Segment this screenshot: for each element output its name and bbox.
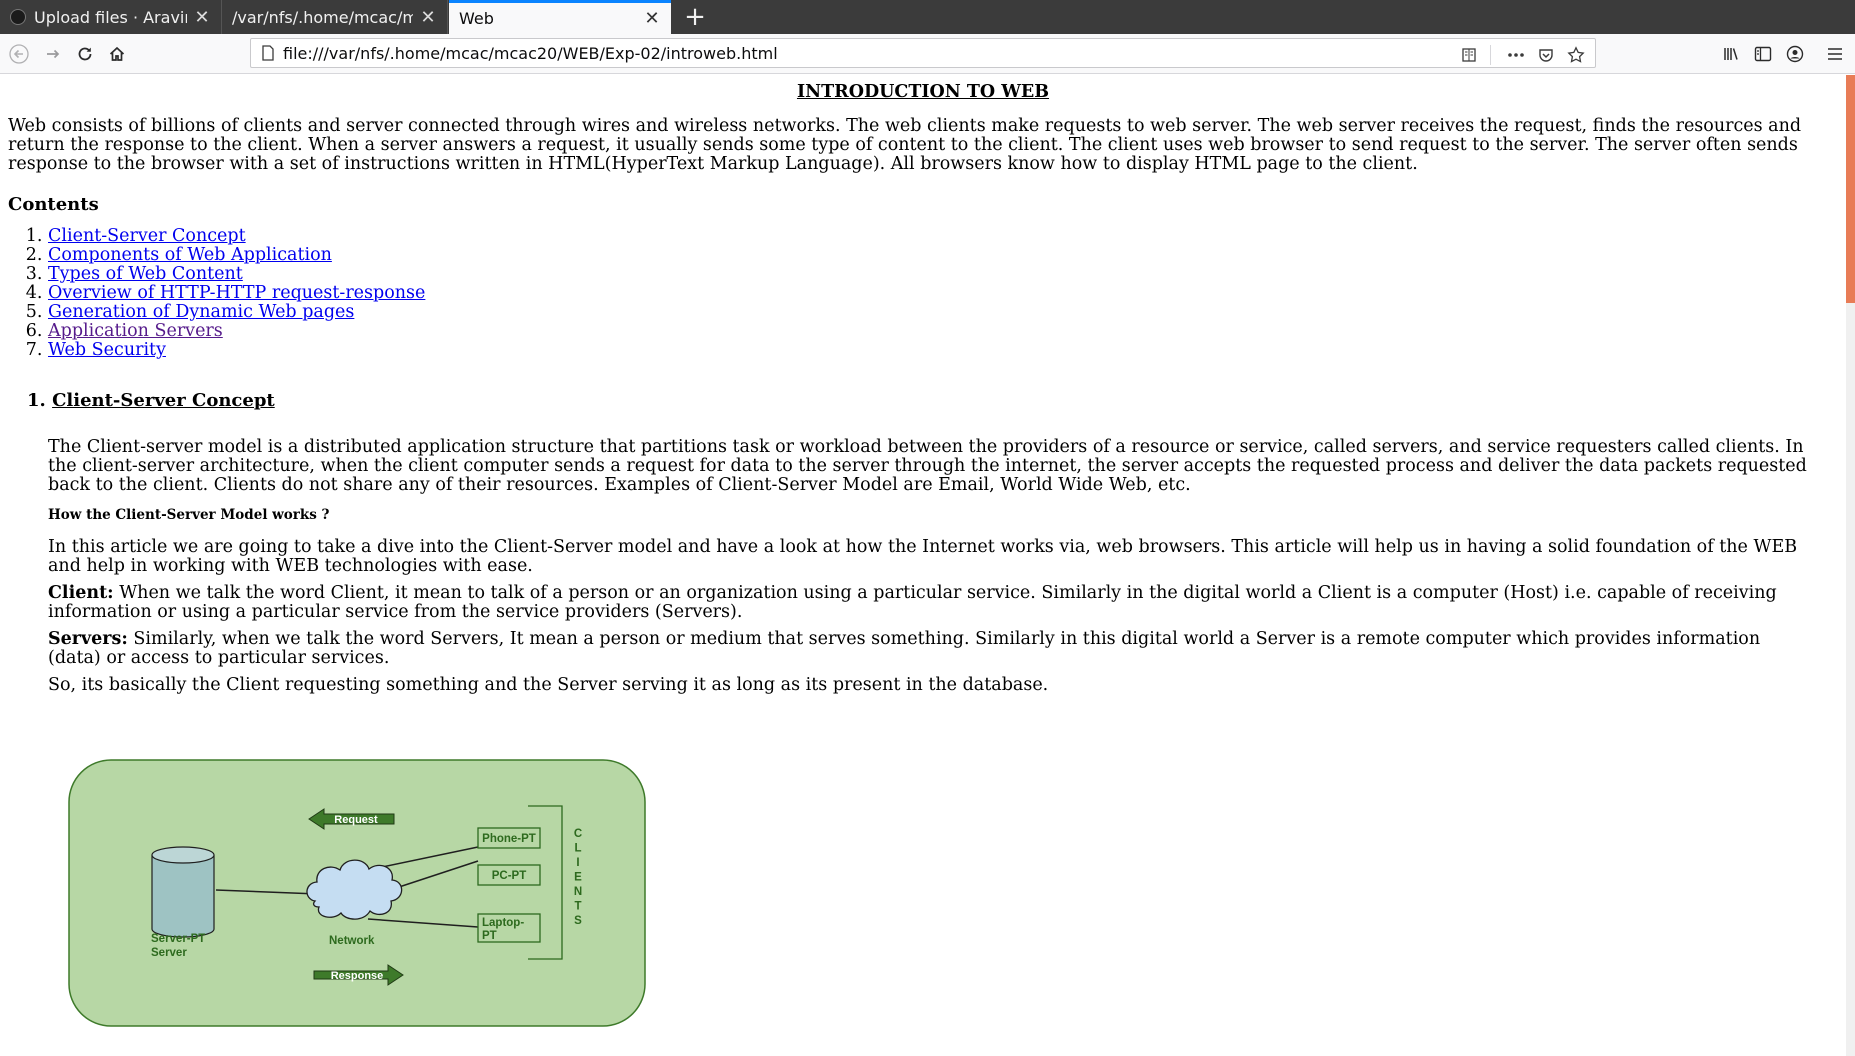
page-actions-button[interactable]	[1503, 42, 1529, 68]
account-button[interactable]	[1782, 41, 1808, 67]
section-paragraph-1: The Client-server model is a distributed…	[48, 437, 1807, 495]
back-button[interactable]	[6, 41, 32, 67]
navigation-toolbar: file:///var/nfs/.home/mcac/mcac20/WEB/Ex…	[0, 34, 1855, 74]
clients-letter: S	[574, 915, 582, 927]
clients-letter: T	[574, 901, 581, 913]
servers-label: Servers:	[48, 629, 128, 649]
client-paragraph: Client: When we talk the word Client, it…	[48, 584, 1818, 622]
client-label: Client:	[48, 583, 114, 603]
toc-item: Web Security	[48, 341, 648, 360]
pocket-icon	[1539, 49, 1553, 62]
menu-button[interactable]	[1822, 41, 1848, 67]
reload-button[interactable]	[72, 41, 98, 67]
server-database-icon	[151, 846, 215, 938]
page-icon	[262, 45, 274, 61]
pocket-button[interactable]	[1533, 42, 1559, 68]
section-heading-text: Client-Server Concept	[52, 390, 275, 411]
clients-letter: L	[574, 843, 581, 855]
response-label: Response	[331, 970, 384, 982]
section-paragraph-2: In this article we are going to take a d…	[48, 537, 1798, 576]
client-text: When we talk the word Client, it mean to…	[48, 583, 1777, 622]
arrow-right-icon	[47, 49, 60, 59]
toc-link-web-content[interactable]: Types of Web Content	[48, 264, 243, 284]
laptop-label-line1: Laptop-	[482, 917, 524, 929]
subheading-how-it-works: How the Client-Server Model works ?	[48, 507, 330, 523]
pc-label: PC-PT	[492, 870, 527, 882]
network-label: Network	[329, 935, 375, 947]
clients-letter: C	[574, 828, 582, 840]
toc-link-web-security[interactable]: Web Security	[48, 340, 166, 360]
scrollbar-thumb[interactable]	[1846, 75, 1855, 303]
library-icon	[1724, 48, 1738, 60]
star-icon	[1567, 46, 1585, 63]
tab-bar: Upload files · AravindKA ✕ /var/nfs/.hom…	[0, 0, 1855, 34]
tab-title: Upload files · AravindKA	[34, 7, 187, 27]
toc-item: Generation of Dynamic Web pages	[48, 303, 648, 322]
tab-file-listing[interactable]: /var/nfs/.home/mcac/mcac ✕	[222, 0, 448, 34]
more-dots-icon	[1508, 53, 1524, 57]
clients-letter: I	[576, 857, 579, 869]
close-icon[interactable]: ✕	[419, 7, 437, 28]
bookmark-button[interactable]	[1563, 42, 1589, 68]
hamburger-icon	[1828, 48, 1842, 60]
close-icon[interactable]: ✕	[193, 7, 211, 28]
toc-item: Client-Server Concept	[48, 227, 648, 246]
tab-title: /var/nfs/.home/mcac/mcac	[232, 7, 413, 27]
toc-link-dynamic-pages[interactable]: Generation of Dynamic Web pages	[48, 302, 354, 322]
toc-item: Overview of HTTP-HTTP request-response	[48, 284, 648, 303]
address-bar[interactable]: file:///var/nfs/.home/mcac/mcac20/WEB/Ex…	[250, 38, 1596, 68]
tab-upload-files[interactable]: Upload files · AravindKA ✕	[0, 0, 222, 34]
reader-view-icon	[1462, 48, 1476, 62]
server-label-line1: Server-PT	[151, 933, 205, 945]
forward-button[interactable]	[40, 41, 66, 67]
account-icon	[1786, 45, 1804, 63]
url-text[interactable]: file:///var/nfs/.home/mcac/mcac20/WEB/Ex…	[283, 44, 778, 63]
section-paragraph-3: So, its basically the Client requesting …	[48, 675, 1049, 695]
table-of-contents: Client-Server Concept Components of Web …	[0, 227, 648, 360]
tab-title: Web	[459, 9, 494, 28]
intro-paragraph: Web consists of billions of clients and …	[8, 116, 1802, 174]
github-icon	[10, 9, 26, 25]
clients-vertical-label: CLIENTS	[574, 828, 582, 927]
toc-link-client-server[interactable]: Client-Server Concept	[48, 226, 246, 246]
toc-item: Application Servers	[48, 322, 648, 341]
library-button[interactable]	[1718, 41, 1744, 67]
contents-heading: Contents	[8, 194, 99, 215]
arrow-left-icon	[9, 44, 29, 64]
sidebar-icon	[1754, 46, 1772, 62]
close-icon[interactable]: ✕	[643, 8, 661, 29]
request-label: Request	[334, 814, 378, 826]
new-tab-button[interactable]: +	[680, 2, 710, 32]
sidebar-button[interactable]	[1750, 41, 1776, 67]
section-number: 1.	[27, 390, 46, 411]
phone-label: Phone-PT	[482, 833, 536, 845]
divider	[1490, 45, 1491, 65]
page-title: INTRODUCTION TO WEB	[796, 82, 1050, 102]
toc-link-http[interactable]: Overview of HTTP-HTTP request-response	[48, 283, 425, 303]
toc-link-app-servers[interactable]: Application Servers	[48, 321, 223, 341]
clients-letter: N	[574, 886, 582, 898]
section-heading: 1. Client-Server Concept	[27, 391, 275, 410]
server-label-line2: Server	[151, 947, 187, 959]
client-server-diagram: Request Response Server-PT Server Networ…	[68, 759, 646, 1027]
home-icon	[109, 46, 125, 61]
vertical-scrollbar[interactable]	[1846, 75, 1855, 1056]
toc-item: Components of Web Application	[48, 246, 648, 265]
servers-paragraph: Servers: Similarly, when we talk the wor…	[48, 630, 1818, 668]
servers-text: Similarly, when we talk the word Servers…	[48, 629, 1761, 668]
reload-icon	[78, 47, 92, 61]
toc-link-components[interactable]: Components of Web Application	[48, 245, 332, 265]
tab-web[interactable]: Web ✕	[449, 0, 671, 34]
laptop-label-line2: PT	[482, 930, 497, 942]
reader-view-button[interactable]	[1456, 42, 1482, 68]
toc-item: Types of Web Content	[48, 265, 648, 284]
home-button[interactable]	[104, 41, 130, 67]
clients-letter: E	[574, 872, 582, 884]
page-content: INTRODUCTION TO WEB Web consists of bill…	[0, 75, 1846, 1056]
